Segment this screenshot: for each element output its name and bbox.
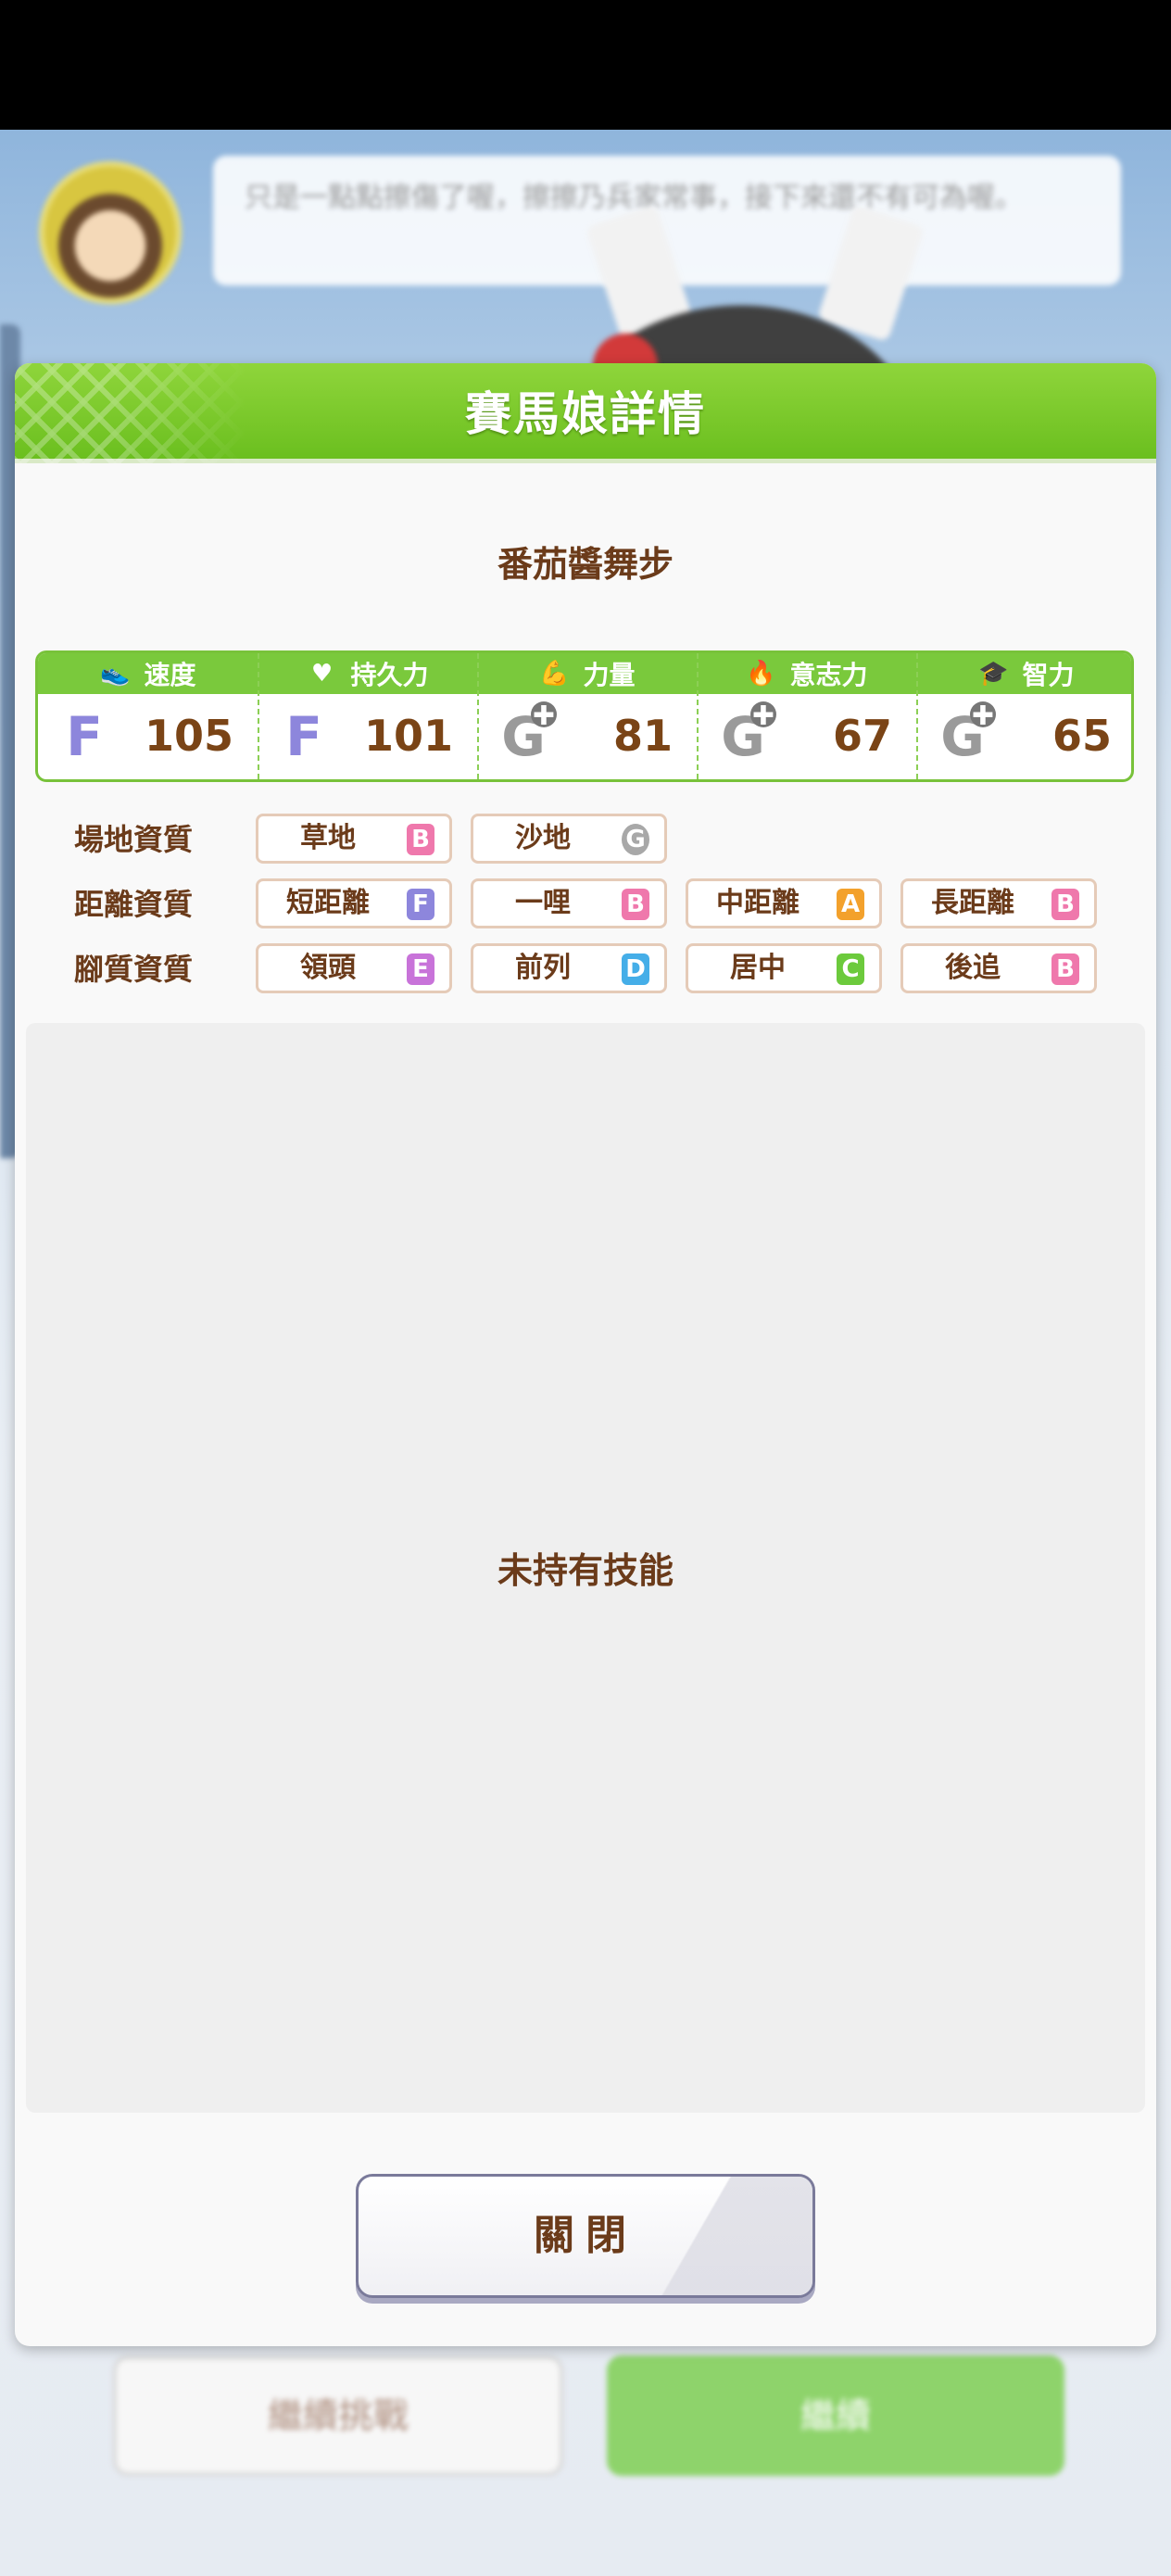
horse-name: 番茄醬舞步 [497,544,674,585]
stat-stamina: ♥ 持久力 F 101 [258,653,477,779]
aptitude-sprint: 短距離 F [256,878,452,928]
aptitude-label: 腳質資質 [74,952,194,987]
aptitude-mile: 一哩 B [471,878,667,928]
rank-badge: C [837,953,864,985]
dialog-title: 賽馬娘詳情 [465,387,706,441]
aptitude-dirt: 沙地 G [471,814,667,864]
stat-label: 速度 [144,660,196,690]
flame-icon: 🔥 [746,660,776,688]
stat-rank: F [65,705,104,768]
stat-value: 81 [612,711,673,761]
rank-badge: A [837,889,864,920]
continue-challenge-button: 繼續挑戰 [113,2355,563,2476]
stat-rank: G [499,701,557,767]
stat-value: 65 [1051,711,1112,761]
stats-table: 👟 速度 F 105 ♥ 持久力 F 101 💪 力量 G 81 🔥 意志力 G 67 🎓 智力 … [35,650,1134,782]
heart-icon: ♥ [310,660,334,688]
aptitude-betweener: 居中 C [686,943,882,993]
aptitude-long: 長距離 B [900,878,1097,928]
rank-badge: B [1051,953,1079,985]
aptitude-label: 距離資質 [74,887,194,922]
stat-value: 105 [144,711,233,761]
stat-guts: 🔥 意志力 G 67 [697,653,916,779]
stat-label: 力量 [583,660,636,690]
aptitude-row-distance: 距離資質 短距離 F 一哩 B 中距離 A 長距離 B [15,878,1156,930]
aptitude-chaser: 後追 B [900,943,1097,993]
trainer-avatar [39,161,182,304]
stat-speed: 👟 速度 F 105 [38,653,258,779]
aptitude-turf: 草地 B [256,814,452,864]
skills-list[interactable]: 未持有技能 [26,1023,1145,2113]
rank-badge: G [622,824,649,855]
stat-value: 101 [363,711,453,761]
aptitude-leader: 前列 D [471,943,667,993]
stat-value: 67 [832,711,892,761]
continue-button: 繼續 [607,2355,1064,2476]
rank-badge: F [407,889,434,920]
aptitude-row-track: 場地資質 草地 B 沙地 G [15,814,1156,865]
aptitude-row-style: 腳質資質 領頭 E 前列 D 居中 C 後追 B [15,943,1156,995]
aptitude-runner: 領頭 E [256,943,452,993]
stat-rank: F [284,705,323,768]
close-button[interactable]: 關閉 [356,2174,815,2298]
rank-badge: B [1051,889,1079,920]
stat-rank: G [938,701,996,767]
dialog-header: 賽馬娘詳情 [15,363,1156,463]
stat-label: 意志力 [789,660,868,690]
rank-badge: B [407,824,434,855]
muscle-icon: 💪 [539,660,570,688]
graduation-cap-icon: 🎓 [978,660,1009,688]
rank-badge: B [622,889,649,920]
rank-badge: E [407,953,434,985]
stat-label: 智力 [1022,660,1075,690]
rank-badge: D [622,953,649,985]
stat-rank: G [719,701,776,767]
close-button-label: 關閉 [534,2212,637,2259]
umamusume-detail-dialog: 賽馬娘詳情 番茄醬舞步 👟 速度 F 105 ♥ 持久力 F 101 💪 力量 G 81 🔥… [15,363,1156,2346]
aptitude-medium: 中距離 A [686,878,882,928]
shoe-icon: 👟 [100,660,131,688]
stat-power: 💪 力量 G 81 [477,653,697,779]
stat-wisdom: 🎓 智力 G 65 [916,653,1131,779]
aptitude-label: 場地資質 [74,822,194,857]
stat-label: 持久力 [350,660,429,690]
no-skills-text: 未持有技能 [497,1550,674,1591]
